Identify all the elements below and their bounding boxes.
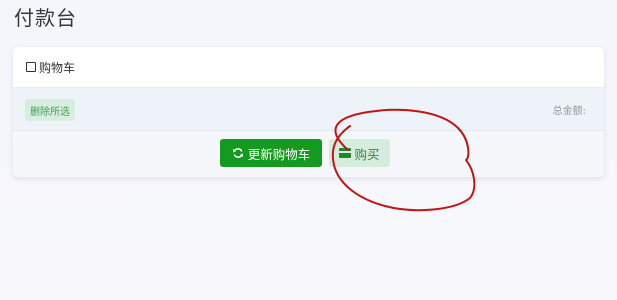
total-amount-label: 总金额: — [552, 106, 586, 117]
cart-toolbar: 删除所选 总金额: — [13, 88, 604, 131]
cart-header-label: 购物车 — [39, 60, 76, 75]
buy-label: 购买 — [354, 146, 380, 162]
update-cart-button[interactable]: 更新购物车 — [220, 139, 322, 167]
delete-selected-button[interactable]: 删除所选 — [25, 99, 75, 121]
buy-button[interactable]: 购买 — [329, 139, 390, 167]
cart-header: 购物车 — [13, 47, 604, 88]
page-title: 付款台 — [14, 6, 77, 30]
select-all-checkbox[interactable] — [26, 62, 36, 72]
refresh-icon — [232, 148, 243, 158]
cart-panel: 购物车 删除所选 总金额: 更新购物车 购买 — [13, 47, 604, 177]
cart-footer: 更新购物车 购买 — [13, 131, 604, 177]
credit-card-icon — [339, 148, 352, 158]
update-cart-label: 更新购物车 — [247, 146, 311, 162]
